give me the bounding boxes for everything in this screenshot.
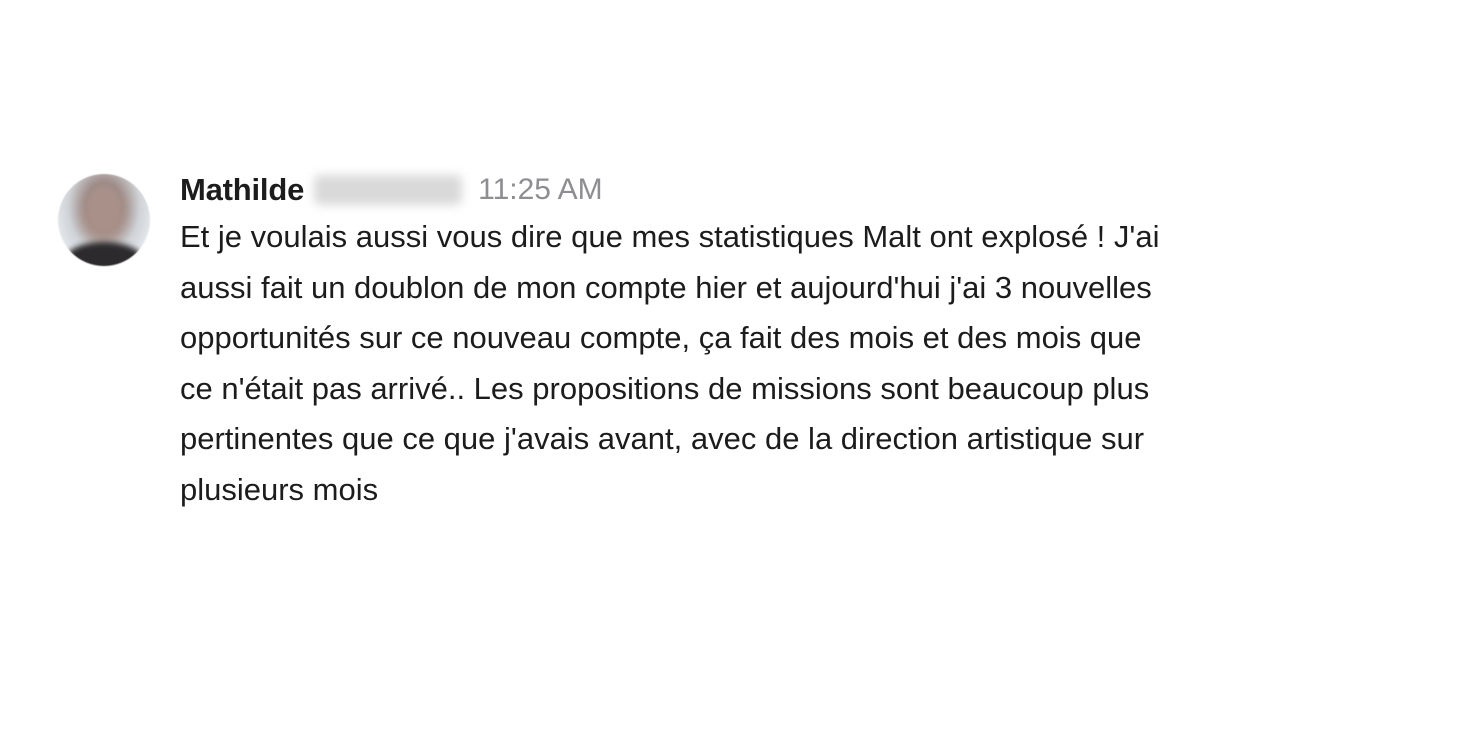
message-line: Et je voulais aussi vous dire que mes st… — [180, 219, 1160, 254]
avatar[interactable] — [58, 174, 150, 266]
sender-lastname-redacted — [314, 175, 463, 205]
sender-name[interactable]: Mathilde — [180, 172, 304, 208]
message-timestamp[interactable]: 11:25 AM — [478, 173, 603, 207]
chat-message: Mathilde 11:25 AM Et je voulais aussi vo… — [58, 170, 1398, 515]
message-line: aussi fait un doublon de mon compte hier… — [180, 269, 1152, 305]
avatar-face-blurred — [84, 188, 124, 240]
message-line: opportunités sur ce nouveau compte, ça f… — [180, 320, 1142, 355]
message-line: pertinentes que ce que j'avais avant, av… — [180, 421, 1145, 456]
message-body: Et je voulais aussi vous dire que mes st… — [180, 212, 1390, 515]
message-line: ce n'était pas arrivé.. Les propositions… — [180, 370, 1150, 406]
message-line: plusieurs mois — [180, 471, 379, 507]
avatar-shoulders — [64, 242, 144, 266]
message-content: Mathilde 11:25 AM Et je voulais aussi vo… — [180, 170, 1398, 515]
message-header: Mathilde 11:25 AM — [180, 170, 1398, 210]
